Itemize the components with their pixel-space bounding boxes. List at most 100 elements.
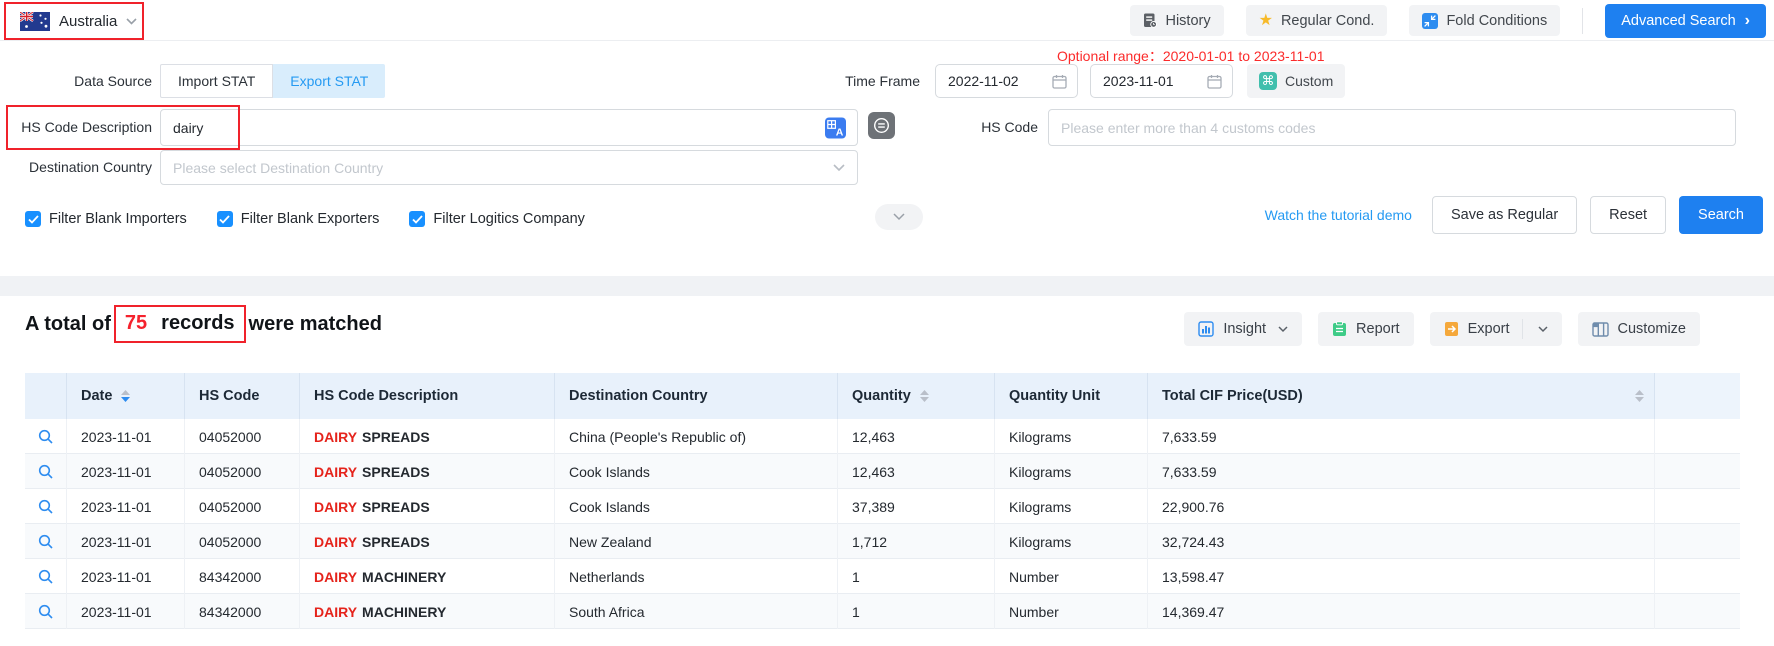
tutorial-demo-link[interactable]: Watch the tutorial demo <box>1265 207 1412 223</box>
row-detail-cell <box>25 454 67 489</box>
custom-icon: ⌘ <box>1259 72 1277 90</box>
calendar-icon <box>1207 74 1222 89</box>
topbar-actions: History ★ Regular Cond. Fold Conditions … <box>1130 0 1766 41</box>
chevron-down-icon <box>833 164 845 172</box>
cell-date: 2023-11-01 <box>67 559 185 594</box>
svg-text:A: A <box>836 126 844 138</box>
cell-quantity: 1 <box>838 594 995 629</box>
report-button[interactable]: Report <box>1318 312 1414 346</box>
magnifier-icon[interactable] <box>38 429 54 445</box>
advanced-search-button[interactable]: Advanced Search › <box>1605 4 1766 38</box>
annotation-box-record-count: 75 records <box>114 305 246 343</box>
cell-total-cif-price: 14,369.47 <box>1148 594 1655 629</box>
cell-quantity-unit: Kilograms <box>995 524 1148 559</box>
cell-destination-country: New Zealand <box>555 524 838 559</box>
export-dropdown-chevron-icon[interactable] <box>1538 326 1548 333</box>
keyword-highlight: DAIRY <box>314 464 357 480</box>
collapse-conditions-button[interactable] <box>875 204 923 230</box>
country-selector[interactable]: Australia <box>4 2 144 40</box>
hs-code-input[interactable] <box>1049 110 1735 145</box>
table-row: 2023-11-01 04052000 DAIRY SPREADS Cook I… <box>25 454 1740 489</box>
data-source-label: Data Source <box>0 64 152 98</box>
cell-total-cif-price: 7,633.59 <box>1148 454 1655 489</box>
column-header-quantity[interactable]: Quantity <box>838 373 995 419</box>
customize-button[interactable]: Customize <box>1578 312 1701 346</box>
column-header-quantity-unit: Quantity Unit <box>995 373 1148 419</box>
sort-icon-date[interactable] <box>121 390 130 402</box>
column-header-description: HS Code Description <box>300 373 555 419</box>
insight-button[interactable]: Insight <box>1184 312 1302 346</box>
cell-actions <box>1655 524 1740 559</box>
cell-actions <box>1655 454 1740 489</box>
cell-hs-code: 84342000 <box>185 594 300 629</box>
sort-icon-quantity[interactable] <box>920 390 929 402</box>
start-date-input[interactable]: 2022-11-02 <box>935 64 1078 98</box>
filter-blank-importers-checkbox[interactable]: Filter Blank Importers <box>25 211 187 227</box>
export-button[interactable]: Export <box>1430 312 1562 346</box>
sort-icon-total-cif[interactable] <box>1635 390 1644 402</box>
cell-hs-code: 84342000 <box>185 559 300 594</box>
fold-conditions-button[interactable]: Fold Conditions <box>1409 5 1560 36</box>
hs-code-description-input[interactable] <box>161 110 857 145</box>
checkbox-checked-icon <box>409 211 425 227</box>
destination-country-select[interactable]: Please select Destination Country <box>160 150 858 185</box>
magnifier-icon[interactable] <box>38 464 54 480</box>
cell-destination-country: Netherlands <box>555 559 838 594</box>
column-header-total-cif[interactable]: Total CIF Price(USD) <box>1148 373 1655 419</box>
column-header-date[interactable]: Date <box>67 373 185 419</box>
cell-total-cif-price: 13,598.47 <box>1148 559 1655 594</box>
cell-description: DAIRY MACHINERY <box>300 559 555 594</box>
column-header-destination-country: Destination Country <box>555 373 838 419</box>
history-button[interactable]: History <box>1130 5 1223 36</box>
filter-logistics-company-checkbox[interactable]: Filter Logitics Company <box>409 211 585 227</box>
chevron-down-icon <box>126 18 137 25</box>
keyword-highlight: DAIRY <box>314 569 357 585</box>
cell-quantity: 12,463 <box>838 454 995 489</box>
regular-conditions-button[interactable]: ★ Regular Cond. <box>1246 5 1388 36</box>
data-source-option-import[interactable]: Import STAT <box>160 64 273 98</box>
translate-icon[interactable]: A <box>825 117 846 138</box>
cell-hs-code: 04052000 <box>185 454 300 489</box>
magnifier-icon[interactable] <box>38 604 54 620</box>
star-icon: ★ <box>1259 13 1273 29</box>
history-icon <box>1143 13 1157 28</box>
chevron-down-icon <box>1278 326 1288 333</box>
cell-hs-code: 04052000 <box>185 489 300 524</box>
cell-description: DAIRY SPREADS <box>300 489 555 524</box>
cell-total-cif-price: 7,633.59 <box>1148 419 1655 454</box>
end-date-input[interactable]: 2023-11-01 <box>1090 64 1233 98</box>
row-detail-cell <box>25 489 67 524</box>
chevron-right-icon: › <box>1745 13 1750 29</box>
cell-date: 2023-11-01 <box>67 489 185 524</box>
search-button[interactable]: Search <box>1679 196 1763 234</box>
table-header-row: Date HS Code HS Code Description Destina… <box>25 373 1740 419</box>
filter-blank-exporters-checkbox[interactable]: Filter Blank Exporters <box>217 211 380 227</box>
cell-quantity-unit: Kilograms <box>995 454 1148 489</box>
results-toolbar: Insight Report Export Customiz <box>1184 312 1700 346</box>
cell-description: DAIRY SPREADS <box>300 419 555 454</box>
keyword-highlight: DAIRY <box>314 604 357 620</box>
magnifier-icon[interactable] <box>38 569 54 585</box>
custom-range-button[interactable]: ⌘ Custom <box>1247 64 1345 98</box>
cell-actions <box>1655 594 1740 629</box>
hs-code-field <box>1048 109 1736 146</box>
cell-total-cif-price: 22,900.76 <box>1148 489 1655 524</box>
optional-range-hint: Optional range：2020-01-01 to 2023-11-01 <box>1057 46 1324 66</box>
keyword-highlight: DAIRY <box>314 499 357 515</box>
keyword-highlight: DAIRY <box>314 534 357 550</box>
reset-button[interactable]: Reset <box>1590 196 1666 234</box>
checkbox-checked-icon <box>25 211 41 227</box>
row-detail-cell <box>25 559 67 594</box>
export-split-divider <box>1522 319 1523 339</box>
data-source-option-export[interactable]: Export STAT <box>273 64 385 98</box>
cell-quantity-unit: Number <box>995 559 1148 594</box>
cell-quantity: 1,712 <box>838 524 995 559</box>
cell-date: 2023-11-01 <box>67 524 185 559</box>
row-detail-cell <box>25 419 67 454</box>
magnifier-icon[interactable] <box>38 499 54 515</box>
results-table: Date HS Code HS Code Description Destina… <box>25 373 1740 629</box>
table-body: 2023-11-01 04052000 DAIRY SPREADS China … <box>25 419 1740 629</box>
magnifier-icon[interactable] <box>38 534 54 550</box>
cell-destination-country: China (People's Republic of) <box>555 419 838 454</box>
save-as-regular-button[interactable]: Save as Regular <box>1432 196 1577 234</box>
